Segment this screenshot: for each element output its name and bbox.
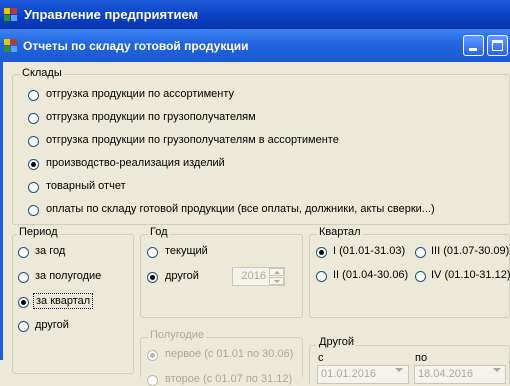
year-group-label: Год [148,226,170,238]
app-icon [4,8,18,21]
radio-goods-report[interactable] [28,182,39,193]
radio-quarter-4[interactable] [415,271,426,282]
maximize-button[interactable] [487,35,508,56]
radio-shipment-consignees-assortment-label: отгрузка продукции по грузополучателям в… [46,134,339,146]
radio-halfyear-first-label: первое (с 01.01 по 30.06) [165,348,294,360]
date-from-dropdown-icon[interactable] [395,368,403,372]
radio-shipment-consignees-label: отгрузка продукции по грузополучателям [46,111,256,123]
minimize-icon [469,48,477,51]
radio-period-year-label: за год [35,245,66,257]
radio-shipment-consignees-assortment[interactable] [28,136,39,147]
app-title-bar: Управление предприятием [0,0,510,29]
other-period-group-label: Другой [317,336,356,348]
radio-quarter-4-label: IV (01.10-31.12) [431,269,510,281]
radio-period-halfyear-label: за полугодие [35,270,102,282]
radio-period-other[interactable] [18,321,29,332]
quarter-group-label: Квартал [317,226,363,238]
radio-quarter-2-label: II (01.04-30.06) [333,269,409,281]
radio-halfyear-second-label: второе (с 01.07 по 31.12) [165,373,293,385]
radio-shipment-consignees[interactable] [28,113,39,124]
radio-year-current[interactable] [147,247,158,258]
radio-quarter-1[interactable] [316,247,327,258]
radio-period-other-label: другой [35,319,69,331]
window-title: Отчеты по складу готовой продукции [23,39,249,53]
radio-goods-report-label: товарный отчет [46,180,126,192]
radio-production-sales-label: производство-реализация изделий [46,157,225,169]
radio-shipment-assortment[interactable] [28,90,39,101]
period-group-label: Период [17,226,60,238]
app-title: Управление предприятием [24,7,199,22]
radio-halfyear-first[interactable] [147,350,158,361]
radio-quarter-3-label: III (01.07-30.09) [431,245,510,257]
window-client: Склады отгрузка продукции по ассортимент… [3,62,510,386]
radio-period-halfyear[interactable] [18,272,29,283]
radio-year-other-label: другой [165,270,199,282]
report-window: Отчеты по складу готовой продукции Склад… [0,29,510,386]
radio-quarter-1-label: I (01.01-31.03) [333,245,406,257]
window-icon [4,39,18,52]
radio-quarter-2[interactable] [316,271,327,282]
radio-payments[interactable] [28,205,39,216]
radio-period-year[interactable] [18,247,29,258]
date-from-label: с [318,352,324,364]
warehouses-group-label: Склады [20,67,64,79]
radio-year-current-label: текущий [165,245,208,257]
year-spinner-buttons[interactable] [269,268,284,285]
radio-production-sales[interactable] [28,159,39,170]
radio-halfyear-second[interactable] [147,375,158,386]
radio-period-quarter-label: за квартал [33,293,94,309]
date-to-label: по [415,352,428,364]
window-title-bar[interactable]: Отчеты по складу готовой продукции [0,29,510,62]
maximize-icon [492,40,503,51]
radio-period-quarter[interactable] [18,297,29,308]
radio-shipment-assortment-label: отгрузка продукции по ассортименту [46,88,234,100]
date-to-dropdown-icon[interactable] [493,368,501,372]
radio-year-other[interactable] [147,272,158,283]
halfyear-group-label: Полугодие [148,329,207,341]
minimize-button[interactable] [463,35,484,56]
radio-payments-label: оплаты по складу готовой продукции (все … [46,203,435,215]
spin-down-icon[interactable] [269,277,284,285]
spin-up-icon[interactable] [269,268,284,276]
radio-quarter-3[interactable] [415,247,426,258]
